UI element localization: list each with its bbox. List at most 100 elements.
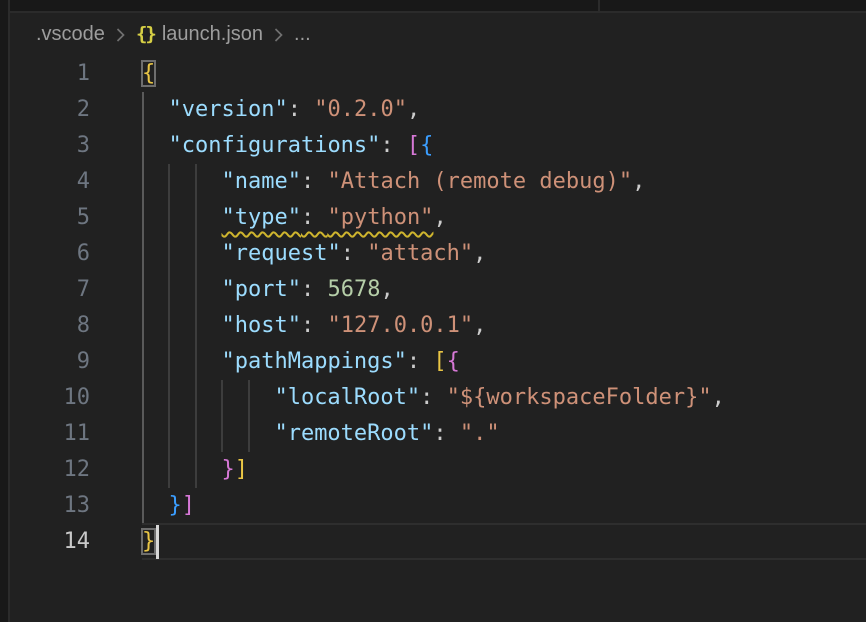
code-token: : xyxy=(380,133,407,158)
code-token: , xyxy=(632,169,645,194)
code-token: "${workspaceFolder}" xyxy=(447,385,712,410)
code-token xyxy=(142,97,169,122)
code-token: ] xyxy=(182,493,195,518)
breadcrumb-item-folder[interactable]: .vscode xyxy=(36,23,105,46)
code-token: : xyxy=(288,97,315,122)
code-line-text: { xyxy=(142,56,155,92)
code-line-text: "host": "127.0.0.1", xyxy=(142,308,486,344)
line-number[interactable]: 6 xyxy=(0,236,90,272)
code-token: "python" xyxy=(327,205,433,230)
code-token: "version" xyxy=(169,97,288,122)
code-token: : xyxy=(301,313,328,338)
line-number[interactable]: 10 xyxy=(0,380,90,416)
code-token: "127.0.0.1" xyxy=(327,313,473,338)
code-token xyxy=(142,385,274,410)
code-token xyxy=(142,313,221,338)
code-token: "remoteRoot" xyxy=(274,421,433,446)
code-token xyxy=(142,169,221,194)
code-line[interactable]: 2 "version": "0.2.0", xyxy=(0,92,866,128)
code-token: "." xyxy=(460,421,500,446)
editor-code-area[interactable]: 1{2 "version": "0.2.0",3 "configurations… xyxy=(0,56,866,622)
breadcrumb-item-symbols[interactable]: ... xyxy=(294,23,311,46)
code-line[interactable]: 10 "localRoot": "${workspaceFolder}", xyxy=(0,380,866,416)
code-line-text: "remoteRoot": "." xyxy=(142,416,500,452)
code-line[interactable]: 11 "remoteRoot": "." xyxy=(0,416,866,452)
tab-divider xyxy=(598,0,600,11)
code-line-text: "name": "Attach (remote debug)", xyxy=(142,164,645,200)
line-number[interactable]: 14 xyxy=(0,524,90,560)
code-line-text: "version": "0.2.0", xyxy=(142,92,420,128)
json-file-icon: {} xyxy=(136,23,155,45)
code-token xyxy=(142,493,169,518)
line-number[interactable]: 4 xyxy=(0,164,90,200)
line-number[interactable]: 9 xyxy=(0,344,90,380)
code-token: ] xyxy=(235,457,248,482)
chevron-right-icon xyxy=(273,26,284,44)
tab-bar-edge xyxy=(0,0,866,13)
code-token: "port" xyxy=(221,277,300,302)
code-token: , xyxy=(473,313,486,338)
code-token: "configurations" xyxy=(169,133,381,158)
line-number[interactable]: 8 xyxy=(0,308,90,344)
code-token: "0.2.0" xyxy=(314,97,407,122)
code-token: "Attach (remote debug)" xyxy=(327,169,632,194)
code-token: : xyxy=(301,205,328,230)
code-line[interactable]: 3 "configurations": [{ xyxy=(0,128,866,164)
code-token xyxy=(142,205,221,230)
code-line-text: "type": "python", xyxy=(142,200,447,236)
editor-left-edge xyxy=(0,0,10,622)
line-number[interactable]: 2 xyxy=(0,92,90,128)
code-line[interactable]: 14} xyxy=(0,524,866,560)
code-token: } xyxy=(221,457,234,482)
code-line[interactable]: 12 }] xyxy=(0,452,866,488)
code-line[interactable]: 4 "name": "Attach (remote debug)", xyxy=(0,164,866,200)
code-line[interactable]: 13 }] xyxy=(0,488,866,524)
code-token xyxy=(142,457,221,482)
line-number[interactable]: 11 xyxy=(0,416,90,452)
code-token xyxy=(142,241,221,266)
code-line[interactable]: 6 "request": "attach", xyxy=(0,236,866,272)
code-token: "host" xyxy=(221,313,300,338)
chevron-right-icon xyxy=(115,26,126,44)
code-token: "localRoot" xyxy=(274,385,420,410)
code-line-text: "configurations": [{ xyxy=(142,128,433,164)
code-token: { xyxy=(142,61,155,86)
code-token: { xyxy=(420,133,433,158)
line-number[interactable]: 13 xyxy=(0,488,90,524)
code-token: "attach" xyxy=(367,241,473,266)
code-line-text: "localRoot": "${workspaceFolder}", xyxy=(142,380,725,416)
code-token xyxy=(142,421,274,446)
code-line-text: "pathMappings": [{ xyxy=(142,344,460,380)
code-line[interactable]: 5 "type": "python", xyxy=(0,200,866,236)
code-token: , xyxy=(380,277,393,302)
code-token: , xyxy=(473,241,486,266)
line-number[interactable]: 5 xyxy=(0,200,90,236)
code-line-text: "request": "attach", xyxy=(142,236,486,272)
line-number[interactable]: 12 xyxy=(0,452,90,488)
code-token: : xyxy=(341,241,368,266)
code-token: "type" xyxy=(221,205,300,230)
code-token: , xyxy=(407,97,420,122)
code-token: : xyxy=(407,349,434,374)
code-token: "pathMappings" xyxy=(221,349,406,374)
code-line[interactable]: 7 "port": 5678, xyxy=(0,272,866,308)
code-token: , xyxy=(712,385,725,410)
line-number[interactable]: 7 xyxy=(0,272,90,308)
code-line-text: }] xyxy=(142,488,195,524)
breadcrumb-item-file[interactable]: {} launch.json xyxy=(136,23,263,46)
text-cursor xyxy=(156,525,159,559)
code-token: [ xyxy=(407,133,420,158)
code-token xyxy=(142,277,221,302)
code-line[interactable]: 8 "host": "127.0.0.1", xyxy=(0,308,866,344)
code-token: : xyxy=(301,277,328,302)
code-token: : xyxy=(301,169,328,194)
line-number[interactable]: 1 xyxy=(0,56,90,92)
warning-squiggle: "type": "python" xyxy=(221,205,433,230)
line-number[interactable]: 3 xyxy=(0,128,90,164)
code-line[interactable]: 9 "pathMappings": [{ xyxy=(0,344,866,380)
code-token: { xyxy=(447,349,460,374)
code-line[interactable]: 1{ xyxy=(0,56,866,92)
code-token: [ xyxy=(433,349,446,374)
code-token: 5678 xyxy=(327,277,380,302)
code-line-text: }] xyxy=(142,452,248,488)
